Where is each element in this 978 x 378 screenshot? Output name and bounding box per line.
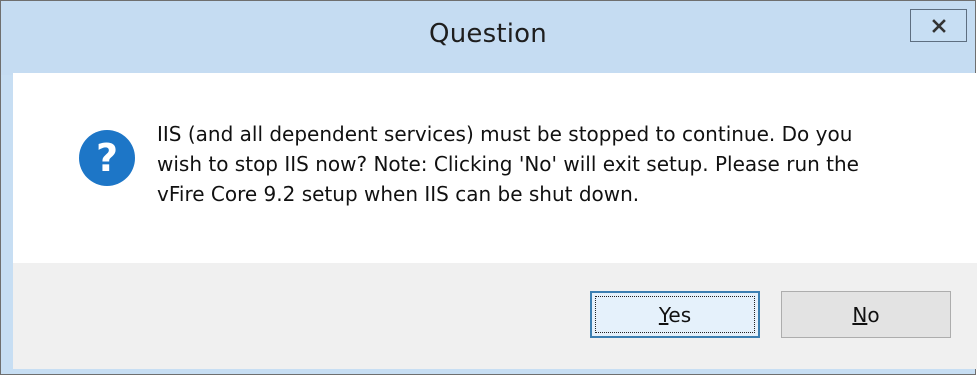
window-title: Question [429,19,547,49]
no-button[interactable]: No [781,291,951,338]
message-line: vFire Core 9.2 setup when IIS can be shu… [157,182,640,206]
close-icon [931,18,946,33]
title-bar[interactable]: Question [1,1,975,75]
no-button-label: No [852,303,879,327]
message-line: IIS (and all dependent services) must be… [157,122,853,146]
dialog-window: Question ? IIS (and all dependent servic… [0,0,977,375]
button-bar: Yes No [13,263,977,369]
no-mnemonic: N [852,302,868,327]
no-label-rest: o [867,302,880,327]
message-text: IIS (and all dependent services) must be… [157,119,917,209]
svg-text:?: ? [96,136,118,180]
yes-button[interactable]: Yes [590,291,760,338]
yes-label-rest: es [668,302,692,327]
dialog-client-area: ? IIS (and all dependent services) must … [13,73,977,369]
yes-mnemonic: Y [658,302,669,327]
close-button[interactable] [910,9,967,42]
message-line: wish to stop IIS now? Note: Clicking 'No… [157,152,859,176]
message-area: ? IIS (and all dependent services) must … [13,73,977,263]
question-icon: ? [79,130,135,186]
yes-button-label: Yes [659,303,691,327]
